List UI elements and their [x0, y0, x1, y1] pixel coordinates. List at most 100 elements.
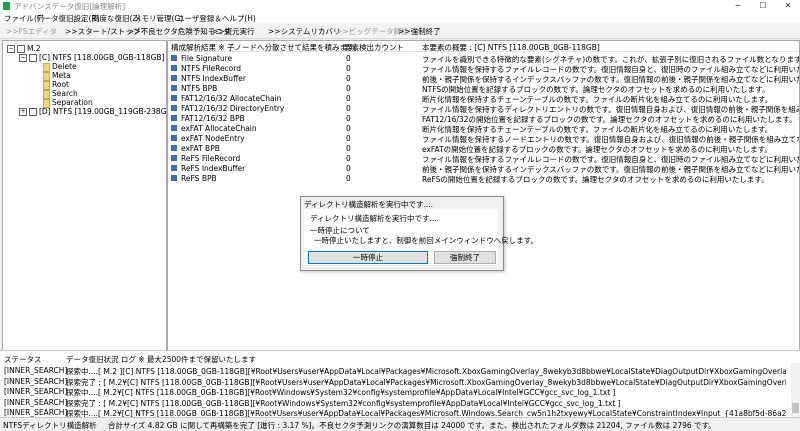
- maximize-button[interactable]: ☐: [751, 0, 775, 12]
- row-name: ReFS IndexBuffer: [181, 164, 246, 173]
- list-row[interactable]: exFAT AllocateChain 0 断片化情報を保持するチェーンテーブルの数…: [168, 123, 799, 134]
- collapse-icon[interactable]: −: [19, 54, 27, 62]
- tree-node-root[interactable]: Root: [43, 80, 69, 90]
- log-tag: [INNER_SEARCH]: [4, 397, 68, 407]
- row-name: FAT12/16/32 BPB: [181, 114, 245, 123]
- file-list-icon: [171, 165, 177, 171]
- list-row[interactable]: exFAT BPB 0 exFATの開始位置を記録するブロックの数です。論理セクタの…: [168, 143, 799, 154]
- pause-button[interactable]: 一時停止: [308, 251, 428, 264]
- row-count: 0: [346, 144, 351, 153]
- status-log-panel: ステータス データ復旧状況 ログ ※ 最大2500件まで保留いたします [INN…: [0, 350, 800, 418]
- list-row[interactable]: ReFS IndexBuffer 0 前後・親子関係を保持するインデックスバッファの…: [168, 163, 799, 174]
- log-column-header: データ復旧状況 ログ ※ 最大2500件まで保留いたします: [66, 355, 257, 364]
- list-row[interactable]: ReFS BPB 0 ReFSの開始位置を記録するブロックの数です。論理セクタのオフ…: [168, 173, 799, 184]
- row-name: exFAT NodeEntry: [181, 134, 245, 143]
- file-list-icon: [171, 65, 177, 71]
- row-description: ReFSの開始位置を記録するブロックの数です。論理セクタのオフセットを求めるのに…: [422, 175, 769, 184]
- expand-icon[interactable]: +: [19, 108, 27, 116]
- force-quit-dialog-button[interactable]: 強制終了: [434, 251, 496, 264]
- checkbox[interactable]: [17, 45, 25, 53]
- file-list-icon: [171, 85, 177, 91]
- pause-note-detail: 一時停止いたしますと、制御を前回メインウィンドウへ戻します。: [314, 236, 538, 245]
- row-name: FAT12/16/32 AllocateChain: [181, 94, 282, 103]
- file-list-icon: [171, 135, 177, 141]
- tree-node-search[interactable]: Search: [43, 89, 78, 99]
- row-name: FAT12/16/32 DirectoryEntry: [181, 104, 285, 113]
- status-column-header: ステータス: [4, 355, 42, 364]
- row-count: 0: [346, 104, 351, 113]
- log-tag: [INNER_SEARCH]: [4, 376, 68, 386]
- status-phase: NTFSディレクトリ構造解析: [3, 421, 97, 430]
- list-header: 構成解析結果 ※ 子ノードへ分散させて結果を積みます。 要素検出カウント 本要素…: [168, 41, 799, 52]
- row-count: 0: [346, 74, 351, 83]
- title-bar: アドバンスデータ復旧[論理解析] ─ ☐ ✕: [0, 0, 800, 12]
- file-list-icon: [171, 95, 177, 101]
- row-count: 0: [346, 114, 351, 123]
- close-button[interactable]: ✕: [776, 0, 800, 12]
- row-name: File Signature: [181, 54, 233, 63]
- list-row[interactable]: NTFS IndexBuffer 0 前後・親子関係を保持するインデックスバッファの…: [168, 73, 799, 84]
- dialog-body: ディレクトリ構造解析を実行中です... 一時停止について 一時停止いたしますと、…: [304, 209, 538, 265]
- dialog-message: ディレクトリ構造解析を実行中です...: [310, 214, 437, 223]
- file-list-icon: [171, 125, 177, 131]
- row-name: ReFS BPB: [181, 174, 217, 183]
- row-name: NTFS BPB: [181, 84, 218, 93]
- file-list-icon: [171, 75, 177, 81]
- row-name: ReFS FileRecord: [181, 154, 241, 163]
- column-header-summary[interactable]: 本要素の概要 : [C] NTFS [118.00GB_0GB-118GB]: [422, 42, 600, 53]
- log-scrollbar[interactable]: [791, 363, 800, 417]
- row-count: 0: [346, 54, 351, 63]
- list-row[interactable]: NTFS FileRecord 0 ファイル情報を保持するファイルレコードの数です。…: [168, 63, 799, 74]
- progress-dialog: ディレクトリ構造解析を実行中です.... ディレクトリ構造解析を実行中です...…: [300, 196, 538, 271]
- tree-node-drive-c[interactable]: − [C] NTFS [118.00GB_0GB-118GB]: [19, 53, 165, 62]
- log-tag: [INNER_SEARCH]: [4, 387, 68, 396]
- tree-node-m2[interactable]: − M.2: [7, 44, 41, 53]
- status-progress-text: 合計サイズ 4.82 GB に関して再構築を完了 [進行 : 3.17 %]。不…: [108, 421, 716, 430]
- row-name: exFAT BPB: [181, 144, 220, 153]
- toolbar: >>FSエディタ >>スタート/ストップ >>不良セクタ危険予知モニタ >>復元…: [0, 23, 800, 39]
- collapse-icon[interactable]: −: [7, 45, 15, 53]
- checkbox[interactable]: [29, 54, 37, 62]
- list-row[interactable]: FAT12/16/32 BPB 0 FAT12/16/32の開始位置を記録するブロッ…: [168, 113, 799, 124]
- file-list-icon: [171, 145, 177, 151]
- list-row[interactable]: NTFS BPB 0 NTFSの開始位置を記録するブロックの数です。論理セクタのオフ…: [168, 83, 799, 94]
- file-list-icon: [171, 115, 177, 121]
- file-list-icon: [171, 55, 177, 61]
- row-name: NTFS FileRecord: [181, 64, 241, 73]
- log-tag: [INNER_SEARCH]: [4, 408, 68, 417]
- column-header-count[interactable]: 要素検出カウント: [344, 42, 404, 53]
- tree-node-meta[interactable]: Meta: [43, 71, 71, 81]
- row-count: 0: [346, 164, 351, 173]
- restore-button[interactable]: >>復元実行: [212, 26, 255, 37]
- row-count: 0: [346, 94, 351, 103]
- row-count: 0: [346, 124, 351, 133]
- tree-node-separation[interactable]: Separation: [43, 98, 93, 108]
- fs-editor-button[interactable]: >>FSエディタ: [6, 26, 57, 37]
- file-list-icon: [171, 175, 177, 181]
- minimize-button[interactable]: ─: [726, 0, 750, 12]
- scrollbar-thumb[interactable]: [792, 403, 799, 413]
- row-count: 0: [346, 134, 351, 143]
- status-bar: NTFSディレクトリ構造解析 合計サイズ 4.82 GB に関して再構築を完了 …: [0, 417, 800, 431]
- file-list-icon: [171, 105, 177, 111]
- row-name: exFAT AllocateChain: [181, 124, 257, 133]
- row-count: 0: [346, 84, 351, 93]
- list-row[interactable]: FAT12/16/32 AllocateChain 0 断片化情報を保持するチェーン…: [168, 93, 799, 104]
- row-count: 0: [346, 154, 351, 163]
- file-list-icon: [171, 155, 177, 161]
- list-row[interactable]: ReFS FileRecord 0 ファイル情報を保持するファイルレコードの数です。…: [168, 153, 799, 164]
- row-name: NTFS IndexBuffer: [181, 74, 246, 83]
- force-quit-button[interactable]: >>強制終了: [398, 26, 441, 37]
- list-row[interactable]: exFAT NodeEntry 0 ファイル情報を保持するノードエントリの数です。復…: [168, 133, 799, 144]
- checkbox[interactable]: [29, 108, 37, 116]
- app-icon: [3, 2, 10, 10]
- tree-node-drive-d[interactable]: + [D] NTFS [119.00GB_119GB-238GB]: [19, 107, 175, 116]
- list-row[interactable]: FAT12/16/32 DirectoryEntry 0 ファイル情報を保持するディ…: [168, 103, 799, 114]
- list-row[interactable]: File Signature 0 ファイルを識別できる特徴的な要素(シグネチャ)の数…: [168, 53, 799, 64]
- row-count: 0: [346, 174, 351, 183]
- tree-node-delete[interactable]: Delete: [43, 62, 77, 72]
- system-recovery-button[interactable]: >>システムリカバリ: [268, 26, 340, 37]
- log-entry: [INNER_SEARCH] 探索完了 : [ M.2¥[C] NTFS [118…: [0, 397, 790, 408]
- row-count: 0: [346, 64, 351, 73]
- column-header-result[interactable]: 構成解析結果 ※ 子ノードへ分散させて結果を積みます。: [171, 42, 361, 53]
